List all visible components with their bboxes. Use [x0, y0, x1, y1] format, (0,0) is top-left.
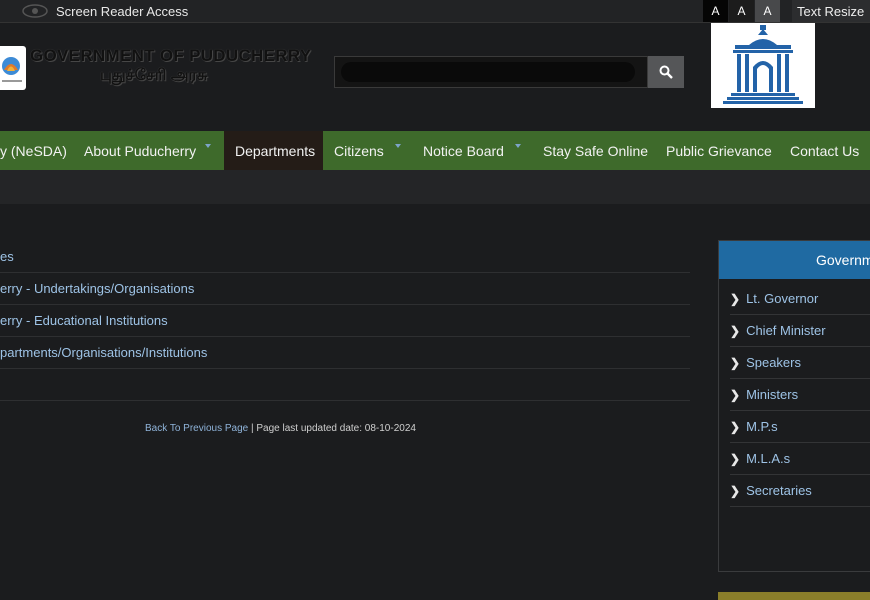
nav-item-contact-us[interactable]: Contact Us [790, 131, 859, 170]
chevron-down-icon [395, 144, 401, 148]
state-logo[interactable] [0, 46, 26, 90]
search-input[interactable] [341, 62, 635, 82]
sidebar-item-secretaries[interactable]: ❯ Secretaries [730, 475, 870, 507]
chevron-down-icon [515, 144, 521, 148]
eye-icon [22, 4, 48, 18]
nav-item-public-grievance[interactable]: Public Grievance [666, 131, 772, 170]
list-item[interactable]: erry - Undertakings/Organisations [0, 272, 690, 305]
chevron-down-icon [205, 144, 211, 148]
sidebar-item-label: Chief Minister [746, 323, 826, 338]
sidebar-item-label: M.P.s [746, 419, 778, 434]
list-item[interactable]: partments/Organisations/Institutions [0, 336, 690, 369]
screen-reader-label: Screen Reader Access [56, 3, 189, 19]
building-icon [723, 25, 803, 104]
sidebar-item-ministers[interactable]: ❯ Ministers [730, 379, 870, 411]
sidebar-item-label: Speakers [746, 355, 801, 370]
sidebar-item-lt-governor[interactable]: ❯ Lt. Governor [730, 283, 870, 315]
sidebar-next-panel [718, 592, 870, 600]
list-item[interactable]: erry - Educational Institutions [0, 304, 690, 337]
sidebar-item-label: Lt. Governor [746, 291, 819, 306]
sidebar-item-label: Secretaries [746, 483, 812, 498]
page-footer-note: Back To Previous Page | Page last update… [145, 423, 416, 434]
nav-item-notice-board[interactable]: Notice Board [423, 131, 504, 170]
chevron-right-icon: ❯ [730, 483, 741, 498]
breadcrumb-band [0, 170, 870, 204]
sidebar-item-label: M.L.A.s [746, 451, 791, 466]
search-icon [659, 65, 673, 79]
text-size-normal-button[interactable]: A [729, 0, 754, 22]
sidebar-item-mps[interactable]: ❯ M.P.s [730, 411, 870, 443]
search-box [334, 56, 648, 88]
nav-item-departments[interactable]: Departments [224, 131, 323, 170]
lotus-logo-icon [2, 57, 22, 82]
screen-reader-link[interactable]: Screen Reader Access [22, 0, 188, 22]
sidebar-item-label: Ministers [746, 387, 799, 402]
chevron-right-icon: ❯ [730, 323, 741, 338]
main-navigation: y (NeSDA) About Puducherry Departments C… [0, 131, 870, 170]
last-updated-text: | Page last updated date: 08-10-2024 [248, 423, 416, 434]
list-item[interactable] [0, 368, 690, 401]
sidebar-item-chief-minister[interactable]: ❯ Chief Minister [730, 315, 870, 347]
search-button[interactable] [648, 56, 684, 88]
list-item[interactable]: es [0, 240, 690, 273]
government-title-tamil: புதுச்சேரி அரசு [100, 67, 208, 84]
building-emblem[interactable] [711, 23, 815, 108]
text-size-small-button[interactable]: A [703, 0, 728, 22]
chevron-right-icon: ❯ [730, 355, 741, 370]
text-size-large-button[interactable]: A [755, 0, 780, 22]
top-accessibility-bar: Screen Reader Access A A A Text Resize [0, 0, 870, 23]
nav-item-about-puducherry[interactable]: About Puducherry [84, 131, 196, 170]
chevron-right-icon: ❯ [730, 291, 741, 306]
sidebar-heading: Governm [719, 241, 870, 279]
nav-item-stay-safe-online[interactable]: Stay Safe Online [543, 131, 648, 170]
nav-item-citizens[interactable]: Citizens [334, 131, 384, 170]
sidebar-item-mlas[interactable]: ❯ M.L.A.s [730, 443, 870, 475]
sidebar-item-speakers[interactable]: ❯ Speakers [730, 347, 870, 379]
chevron-right-icon: ❯ [730, 419, 741, 434]
text-resize-label: Text Resize [792, 0, 870, 22]
nav-item-nesda[interactable]: y (NeSDA) [0, 131, 72, 170]
chevron-right-icon: ❯ [730, 451, 741, 466]
chevron-right-icon: ❯ [730, 387, 741, 402]
government-title: GOVERNMENT OF PUDUCHERRY [30, 46, 312, 65]
back-to-previous-page-link[interactable]: Back To Previous Page [145, 423, 248, 434]
